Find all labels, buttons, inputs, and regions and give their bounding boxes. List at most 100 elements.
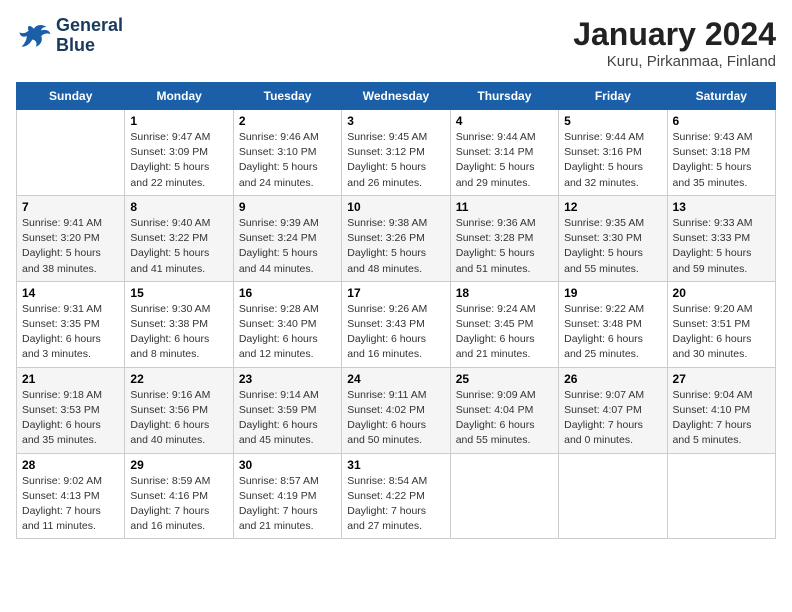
daylight-text: Daylight: 6 hours and 55 minutes. [456,418,553,448]
day-number: 10 [347,200,444,214]
daylight-text: Daylight: 7 hours and 27 minutes. [347,504,444,534]
day-info: Sunrise: 9:11 AMSunset: 4:02 PMDaylight:… [347,388,444,449]
day-info: Sunrise: 8:54 AMSunset: 4:22 PMDaylight:… [347,474,444,535]
day-info: Sunrise: 9:41 AMSunset: 3:20 PMDaylight:… [22,216,119,277]
calendar-week-row: 14Sunrise: 9:31 AMSunset: 3:35 PMDayligh… [17,281,776,367]
sunset-text: Sunset: 4:13 PM [22,489,119,504]
sunrise-text: Sunrise: 9:30 AM [130,302,227,317]
sunset-text: Sunset: 4:07 PM [564,403,661,418]
sunset-text: Sunset: 3:53 PM [22,403,119,418]
daylight-text: Daylight: 6 hours and 35 minutes. [22,418,119,448]
calendar-cell: 3Sunrise: 9:45 AMSunset: 3:12 PMDaylight… [342,110,450,196]
calendar-cell: 12Sunrise: 9:35 AMSunset: 3:30 PMDayligh… [559,195,667,281]
sunset-text: Sunset: 3:56 PM [130,403,227,418]
sunset-text: Sunset: 3:16 PM [564,145,661,160]
sunrise-text: Sunrise: 9:04 AM [673,388,770,403]
day-number: 19 [564,286,661,300]
sunrise-text: Sunrise: 9:09 AM [456,388,553,403]
day-number: 21 [22,372,119,386]
calendar-cell [559,453,667,539]
sunrise-text: Sunrise: 9:31 AM [22,302,119,317]
day-info: Sunrise: 9:46 AMSunset: 3:10 PMDaylight:… [239,130,336,191]
calendar-cell [450,453,558,539]
day-number: 1 [130,114,227,128]
sunrise-text: Sunrise: 9:45 AM [347,130,444,145]
daylight-text: Daylight: 7 hours and 0 minutes. [564,418,661,448]
calendar-cell: 29Sunrise: 8:59 AMSunset: 4:16 PMDayligh… [125,453,233,539]
day-number: 30 [239,458,336,472]
calendar-cell: 24Sunrise: 9:11 AMSunset: 4:02 PMDayligh… [342,367,450,453]
daylight-text: Daylight: 5 hours and 35 minutes. [673,160,770,190]
day-info: Sunrise: 9:40 AMSunset: 3:22 PMDaylight:… [130,216,227,277]
sunset-text: Sunset: 3:38 PM [130,317,227,332]
day-number: 14 [22,286,119,300]
calendar-cell: 11Sunrise: 9:36 AMSunset: 3:28 PMDayligh… [450,195,558,281]
day-number: 7 [22,200,119,214]
calendar-cell [667,453,775,539]
sunrise-text: Sunrise: 9:02 AM [22,474,119,489]
day-info: Sunrise: 9:16 AMSunset: 3:56 PMDaylight:… [130,388,227,449]
daylight-text: Daylight: 6 hours and 21 minutes. [456,332,553,362]
calendar-cell: 27Sunrise: 9:04 AMSunset: 4:10 PMDayligh… [667,367,775,453]
day-info: Sunrise: 9:02 AMSunset: 4:13 PMDaylight:… [22,474,119,535]
daylight-text: Daylight: 5 hours and 32 minutes. [564,160,661,190]
calendar-cell: 15Sunrise: 9:30 AMSunset: 3:38 PMDayligh… [125,281,233,367]
sunrise-text: Sunrise: 9:24 AM [456,302,553,317]
day-info: Sunrise: 9:39 AMSunset: 3:24 PMDaylight:… [239,216,336,277]
day-number: 6 [673,114,770,128]
daylight-text: Daylight: 6 hours and 12 minutes. [239,332,336,362]
weekday-tuesday: Tuesday [233,83,341,110]
sunrise-text: Sunrise: 9:26 AM [347,302,444,317]
day-info: Sunrise: 9:26 AMSunset: 3:43 PMDaylight:… [347,302,444,363]
calendar-cell: 21Sunrise: 9:18 AMSunset: 3:53 PMDayligh… [17,367,125,453]
sunrise-text: Sunrise: 9:14 AM [239,388,336,403]
daylight-text: Daylight: 6 hours and 30 minutes. [673,332,770,362]
day-number: 8 [130,200,227,214]
logo-line1: General [56,16,123,36]
calendar-cell: 10Sunrise: 9:38 AMSunset: 3:26 PMDayligh… [342,195,450,281]
calendar-cell: 31 Sunrise: 8:54 AMSunset: 4:22 PMDayligh… [342,453,450,539]
sunrise-text: Sunrise: 9:44 AM [456,130,553,145]
sunset-text: Sunset: 3:26 PM [347,231,444,246]
daylight-text: Daylight: 6 hours and 50 minutes. [347,418,444,448]
sunrise-text: Sunrise: 9:44 AM [564,130,661,145]
calendar-cell: 30Sunrise: 8:57 AMSunset: 4:19 PMDayligh… [233,453,341,539]
sunset-text: Sunset: 3:59 PM [239,403,336,418]
day-number: 3 [347,114,444,128]
daylight-text: Daylight: 5 hours and 22 minutes. [130,160,227,190]
sunset-text: Sunset: 4:02 PM [347,403,444,418]
day-number: 22 [130,372,227,386]
calendar-cell: 6Sunrise: 9:43 AMSunset: 3:18 PMDaylight… [667,110,775,196]
calendar-cell: 1 Sunrise: 9:47 AMSunset: 3:09 PMDaylight… [125,110,233,196]
sunrise-text: Sunrise: 9:33 AM [673,216,770,231]
sunset-text: Sunset: 3:30 PM [564,231,661,246]
day-number: 31 [347,458,444,472]
logo-bird-icon [16,21,52,51]
calendar-cell: 13Sunrise: 9:33 AMSunset: 3:33 PMDayligh… [667,195,775,281]
weekday-monday: Monday [125,83,233,110]
sunset-text: Sunset: 3:45 PM [456,317,553,332]
daylight-text: Daylight: 6 hours and 3 minutes. [22,332,119,362]
sunrise-text: Sunrise: 9:16 AM [130,388,227,403]
day-info: Sunrise: 9:36 AMSunset: 3:28 PMDaylight:… [456,216,553,277]
sunrise-text: Sunrise: 9:11 AM [347,388,444,403]
day-info: Sunrise: 8:59 AMSunset: 4:16 PMDaylight:… [130,474,227,535]
sunrise-text: Sunrise: 9:28 AM [239,302,336,317]
calendar-cell: 25Sunrise: 9:09 AMSunset: 4:04 PMDayligh… [450,367,558,453]
day-info: Sunrise: 9:28 AMSunset: 3:40 PMDaylight:… [239,302,336,363]
weekday-wednesday: Wednesday [342,83,450,110]
daylight-text: Daylight: 6 hours and 25 minutes. [564,332,661,362]
day-number: 17 [347,286,444,300]
day-number: 16 [239,286,336,300]
calendar-week-row: 21Sunrise: 9:18 AMSunset: 3:53 PMDayligh… [17,367,776,453]
sunrise-text: Sunrise: 9:47 AM [130,130,227,145]
day-info: Sunrise: 9:44 AMSunset: 3:14 PMDaylight:… [456,130,553,191]
daylight-text: Daylight: 6 hours and 45 minutes. [239,418,336,448]
sunset-text: Sunset: 3:12 PM [347,145,444,160]
weekday-saturday: Saturday [667,83,775,110]
sunrise-text: Sunrise: 8:59 AM [130,474,227,489]
day-info: Sunrise: 9:47 AMSunset: 3:09 PMDaylight:… [130,130,227,191]
logo-text: General Blue [56,16,123,56]
calendar-cell: 17 Sunrise: 9:26 AMSunset: 3:43 PMDayligh… [342,281,450,367]
day-number: 12 [564,200,661,214]
